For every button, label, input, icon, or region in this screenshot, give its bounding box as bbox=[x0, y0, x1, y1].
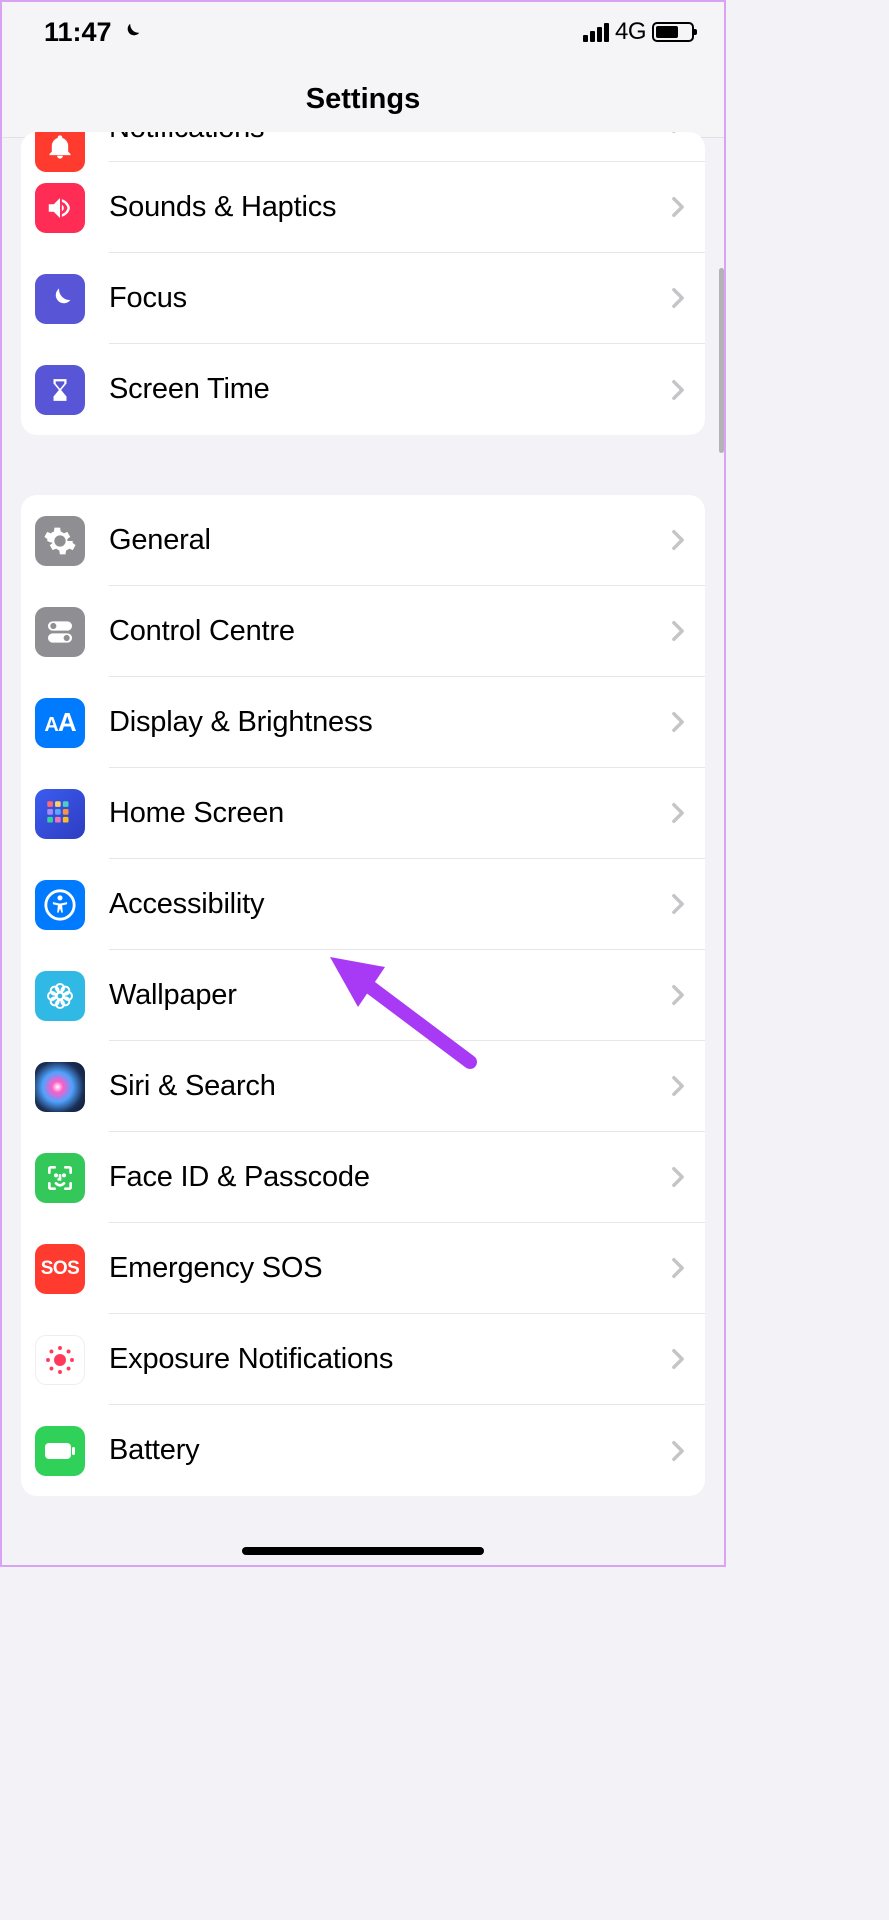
chevron-right-icon bbox=[671, 196, 685, 218]
face-id-icon bbox=[35, 1153, 85, 1203]
row-controlcentre[interactable]: Control Centre bbox=[21, 586, 705, 677]
row-accessibility[interactable]: Accessibility bbox=[21, 859, 705, 950]
bell-icon bbox=[35, 132, 85, 172]
chevron-right-icon bbox=[671, 1166, 685, 1188]
row-homescreen[interactable]: Home Screen bbox=[21, 768, 705, 859]
settings-group-2: General Control Centre AA Display & Brig… bbox=[21, 495, 705, 1496]
chevron-right-icon bbox=[671, 132, 685, 134]
battery-icon bbox=[35, 1426, 85, 1476]
exposure-icon bbox=[35, 1335, 85, 1385]
row-notifications[interactable]: Notifications bbox=[21, 132, 705, 162]
chevron-right-icon bbox=[671, 893, 685, 915]
text-size-icon: AA bbox=[35, 698, 85, 748]
network-label: 4G bbox=[615, 18, 646, 46]
row-label: Display & Brightness bbox=[109, 706, 373, 739]
chevron-right-icon bbox=[671, 287, 685, 309]
status-left: 11:47 bbox=[44, 17, 142, 48]
battery-icon bbox=[652, 22, 694, 42]
settings-content: Notifications Sounds & Haptics Focus bbox=[2, 132, 724, 1496]
moon-icon bbox=[120, 21, 142, 43]
chevron-right-icon bbox=[671, 984, 685, 1006]
chevron-right-icon bbox=[671, 1348, 685, 1370]
chevron-right-icon bbox=[671, 1075, 685, 1097]
row-focus[interactable]: Focus bbox=[21, 253, 705, 344]
row-wallpaper[interactable]: Wallpaper bbox=[21, 950, 705, 1041]
flower-icon bbox=[35, 971, 85, 1021]
chevron-right-icon bbox=[671, 379, 685, 401]
row-label: Face ID & Passcode bbox=[109, 1161, 370, 1194]
row-label: Control Centre bbox=[109, 615, 295, 648]
chevron-right-icon bbox=[671, 711, 685, 733]
row-label: Screen Time bbox=[109, 373, 270, 406]
speaker-icon bbox=[35, 183, 85, 233]
chevron-right-icon bbox=[671, 620, 685, 642]
chevron-right-icon bbox=[671, 802, 685, 824]
row-label: Battery bbox=[109, 1434, 199, 1467]
home-grid-icon bbox=[35, 789, 85, 839]
gear-icon bbox=[35, 516, 85, 566]
row-label: Notifications bbox=[109, 132, 264, 145]
status-bar: 11:47 4G bbox=[2, 2, 724, 62]
page-title: Settings bbox=[306, 83, 420, 116]
row-sos[interactable]: SOS Emergency SOS bbox=[21, 1223, 705, 1314]
row-sounds[interactable]: Sounds & Haptics bbox=[21, 162, 705, 253]
row-label: Siri & Search bbox=[109, 1070, 276, 1103]
scroll-indicator[interactable] bbox=[719, 268, 724, 453]
row-label: Focus bbox=[109, 282, 187, 315]
hourglass-icon bbox=[35, 365, 85, 415]
status-right: 4G bbox=[583, 18, 694, 46]
row-label: Home Screen bbox=[109, 797, 284, 830]
row-general[interactable]: General bbox=[21, 495, 705, 586]
row-label: Sounds & Haptics bbox=[109, 191, 336, 224]
home-indicator[interactable] bbox=[242, 1547, 484, 1555]
row-label: General bbox=[109, 524, 211, 557]
row-label: Accessibility bbox=[109, 888, 264, 921]
settings-group-1: Notifications Sounds & Haptics Focus bbox=[21, 132, 705, 435]
row-battery[interactable]: Battery bbox=[21, 1405, 705, 1496]
row-label: Exposure Notifications bbox=[109, 1343, 393, 1376]
sos-icon: SOS bbox=[35, 1244, 85, 1294]
row-faceid[interactable]: Face ID & Passcode bbox=[21, 1132, 705, 1223]
navigation-bar: Settings bbox=[2, 62, 724, 138]
chevron-right-icon bbox=[671, 529, 685, 551]
signal-icon bbox=[583, 23, 609, 42]
switches-icon bbox=[35, 607, 85, 657]
status-time: 11:47 bbox=[44, 17, 112, 48]
row-label: Emergency SOS bbox=[109, 1252, 322, 1285]
row-display[interactable]: AA Display & Brightness bbox=[21, 677, 705, 768]
row-exposure[interactable]: Exposure Notifications bbox=[21, 1314, 705, 1405]
moon-icon bbox=[35, 274, 85, 324]
row-siri[interactable]: Siri & Search bbox=[21, 1041, 705, 1132]
siri-icon bbox=[35, 1062, 85, 1112]
row-screentime[interactable]: Screen Time bbox=[21, 344, 705, 435]
chevron-right-icon bbox=[671, 1257, 685, 1279]
chevron-right-icon bbox=[671, 1440, 685, 1462]
row-label: Wallpaper bbox=[109, 979, 237, 1012]
accessibility-icon bbox=[35, 880, 85, 930]
